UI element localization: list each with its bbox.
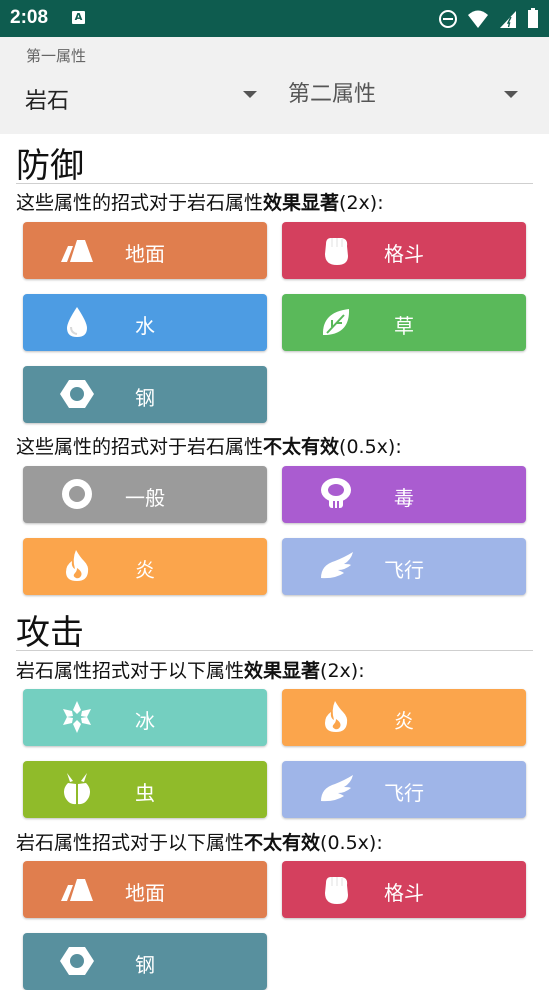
type-label: 一般 [125,486,165,510]
defense-resist-type-button[interactable]: 飞行 [282,538,526,595]
type-label: 冰 [135,709,155,733]
type-label: 飞行 [384,781,424,805]
defense-weak-type-button[interactable]: 水 [23,294,267,351]
type-label: 钢 [135,386,155,410]
attack-strong-type-button[interactable]: 飞行 [282,761,526,818]
attack-strong-type-button[interactable]: 虫 [23,761,267,818]
type-label: 毒 [394,486,414,510]
type-label: 水 [135,314,155,338]
defense-weak-type-button[interactable]: 草 [282,294,526,351]
type-label: 格斗 [384,242,424,266]
attack-strong-type-button[interactable]: 炎 [282,689,526,746]
first-type-label: 第一属性 [26,47,87,65]
defense-weak-subtitle: 这些属性的招式对于岩石属性效果显著(2x): [16,192,384,214]
type-label: 炎 [394,709,414,733]
first-type-dropdown-arrow-icon[interactable] [243,91,257,98]
defense-resist-type-button[interactable]: 炎 [23,538,267,595]
attack-title: 攻击 [16,613,84,653]
do-not-disturb-icon [439,9,457,28]
type-label: 草 [394,314,414,338]
type-selector: 第一属性 岩石 第二属性 [0,37,549,134]
defense-weak-type-button[interactable]: 地面 [23,222,267,279]
defense-resist-type-button[interactable]: 一般 [23,466,267,523]
signal-icon [500,10,516,28]
notification-a-icon: A [72,11,85,24]
type-label: 格斗 [384,881,424,905]
defense-title: 防御 [16,146,84,186]
type-label: 炎 [135,558,155,582]
type-label: 地面 [125,881,165,905]
defense-weak-type-button[interactable]: 钢 [23,366,267,423]
attack-strong-subtitle: 岩石属性招式对于以下属性效果显著(2x): [16,660,365,682]
attack-weak-subtitle: 岩石属性招式对于以下属性不太有效(0.5x): [16,832,383,854]
type-label: 飞行 [384,558,424,582]
attack-strong-type-button[interactable]: 冰 [23,689,267,746]
attack-weak-type-button[interactable]: 钢 [23,933,267,990]
defense-weak-type-button[interactable]: 格斗 [282,222,526,279]
attack-weak-type-button[interactable]: 格斗 [282,861,526,918]
type-label: 地面 [125,242,165,266]
type-label: 虫 [135,781,155,805]
attack-weak-type-button[interactable]: 地面 [23,861,267,918]
attack-divider [16,650,533,651]
second-type-dropdown[interactable]: 第二属性 [288,76,376,108]
status-time: 2:08 [10,7,49,28]
second-type-dropdown-arrow-icon[interactable] [504,91,518,98]
defense-resist-type-button[interactable]: 毒 [282,466,526,523]
defense-divider [16,183,533,184]
battery-icon [528,8,538,28]
first-type-dropdown[interactable]: 岩石 [25,83,69,115]
defense-resist-subtitle: 这些属性的招式对于岩石属性不太有效(0.5x): [16,436,402,458]
wifi-icon [468,10,488,28]
type-label: 钢 [135,953,155,977]
status-bar: 2:08 A [0,0,549,37]
